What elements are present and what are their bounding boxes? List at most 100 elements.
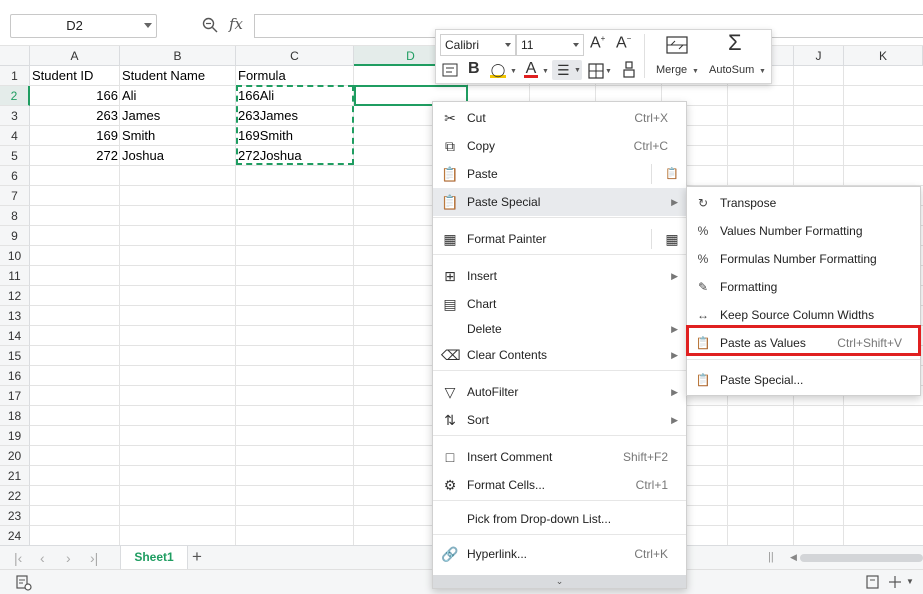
chevron-down-icon[interactable]: ▼ [759,68,766,75]
increase-font-icon[interactable]: A+ [590,34,605,52]
chevron-down-icon[interactable]: ▼ [510,68,517,75]
name-box[interactable]: D2 [10,14,157,38]
chevron-down-icon[interactable] [144,23,152,28]
row-header[interactable]: 7 [0,186,30,206]
chevron-down-icon[interactable]: ▼ [542,68,549,75]
bold-icon[interactable]: B [468,60,480,78]
row-header[interactable]: 8 [0,206,30,226]
row-header[interactable]: 9 [0,226,30,246]
menu-item-hyperlink[interactable]: 🔗 Hyperlink... Ctrl+K [433,540,686,568]
column-header-k[interactable]: K [844,46,923,66]
menu-item-autofilter[interactable]: ▽ AutoFilter ▶ [433,378,686,406]
cell-a4[interactable]: 169 [30,126,120,146]
row-header[interactable]: 20 [0,446,30,466]
autosum-label[interactable]: AutoSum [709,64,754,76]
menu-item-delete[interactable]: Delete ▶ [433,315,686,343]
submenu-item-formatting[interactable]: ✎ Formatting [687,273,920,301]
menu-scroll-down[interactable]: ⌄ [433,575,686,588]
submenu-item-transpose[interactable]: ↻ Transpose [687,189,920,217]
row-header[interactable]: 12 [0,286,30,306]
chevron-down-icon[interactable]: ▼ [605,68,612,75]
cell-a2[interactable]: 166 [30,86,120,106]
menu-item-copy[interactable]: ⧉ Copy Ctrl+C [433,132,686,160]
row-header[interactable]: 11 [0,266,30,286]
menu-item-insert[interactable]: ⊞ Insert ▶ [433,262,686,290]
row-header[interactable]: 19 [0,426,30,446]
split-handle-icon[interactable]: || [768,551,774,563]
autosum-icon[interactable]: Σ [728,30,742,56]
page-layout-icon[interactable] [866,575,880,589]
menu-item-insert-comment[interactable]: □ Insert Comment Shift+F2 [433,443,686,471]
add-sheet-icon[interactable]: + [192,547,202,567]
chevron-down-icon[interactable]: ▼ [906,577,914,586]
submenu-item-formulas-number-formatting[interactable]: % Formulas Number Formatting [687,245,920,273]
format-painter-icon[interactable]: ▦ [663,230,681,248]
cell-b3[interactable]: James [120,106,236,126]
menu-item-format-cells[interactable]: ⚙ Format Cells... Ctrl+1 [433,471,686,499]
row-header[interactable]: 3 [0,106,30,126]
borders-icon[interactable] [588,63,604,79]
menu-item-paste-special[interactable]: 📋 Paste Special ▶ [433,188,686,216]
cell-a5[interactable]: 272 [30,146,120,166]
cell-b4[interactable]: Smith [120,126,236,146]
chevron-down-icon[interactable] [573,43,579,47]
row-header[interactable]: 22 [0,486,30,506]
row-header[interactable]: 18 [0,406,30,426]
macro-record-icon[interactable] [16,575,32,591]
submenu-item-values-number-formatting[interactable]: % Values Number Formatting [687,217,920,245]
chevron-down-icon[interactable] [505,43,511,47]
cell-b2[interactable]: Ali [120,86,236,106]
font-size-dropdown[interactable]: 11 [516,34,584,56]
zoom-search-icon[interactable] [202,17,218,33]
horizontal-scrollbar[interactable]: ◀ [790,552,923,564]
align-button[interactable]: ☰ ▼ [552,60,582,80]
next-sheet-icon[interactable]: › [66,550,71,566]
wrap-text-icon[interactable] [442,63,458,77]
tab-sheet1[interactable]: Sheet1 [120,546,188,569]
column-header-a[interactable]: A [30,46,120,66]
column-header-b[interactable]: B [120,46,236,66]
paste-values-icon[interactable]: 📋 [663,165,681,183]
row-header[interactable]: 6 [0,166,30,186]
column-header-c[interactable]: C [236,46,354,66]
row-header[interactable]: 21 [0,466,30,486]
row-header[interactable]: 13 [0,306,30,326]
merge-cells-icon[interactable] [666,36,688,54]
menu-item-format-painter[interactable]: ▦ Format Painter ▦ [433,225,686,253]
menu-item-paste[interactable]: 📋 Paste 📋 [433,160,686,188]
font-color-icon[interactable]: A [524,60,538,78]
row-header[interactable]: 23 [0,506,30,526]
normal-view-icon[interactable] [888,575,902,589]
decrease-font-icon[interactable]: A− [616,34,631,52]
row-header[interactable]: 4 [0,126,30,146]
row-header[interactable]: 2 [0,86,30,106]
font-name-dropdown[interactable]: Calibri [440,34,516,56]
submenu-item-paste-special-dialog[interactable]: 📋 Paste Special... [687,366,920,394]
row-header[interactable]: 10 [0,246,30,266]
menu-item-clear-contents[interactable]: ⌫ Clear Contents ▶ [433,341,686,369]
cell-a1[interactable]: Student ID [30,66,120,86]
row-header[interactable]: 1 [0,66,30,86]
menu-item-sort[interactable]: ⇅ Sort ▶ [433,406,686,434]
cell-c1[interactable]: Formula [236,66,354,86]
fx-icon[interactable]: fx [229,15,243,33]
cell-b5[interactable]: Joshua [120,146,236,166]
merge-label[interactable]: Merge [656,64,687,76]
row-header[interactable]: 5 [0,146,30,166]
scroll-left-icon[interactable]: ◀ [790,552,797,563]
scroll-thumb[interactable] [800,554,923,562]
select-all-corner[interactable] [0,46,30,66]
column-header-j[interactable]: J [794,46,844,66]
menu-item-chart[interactable]: ▤ Chart [433,290,686,318]
prev-sheet-icon[interactable]: ‹ [40,550,45,566]
chevron-down-icon[interactable]: ▼ [692,68,699,75]
fill-color-icon[interactable]: ◯ [490,62,506,78]
menu-item-pick-from-list[interactable]: Pick from Drop-down List... [433,505,686,533]
cell-a3[interactable]: 263 [30,106,120,126]
row-header[interactable]: 15 [0,346,30,366]
row-header[interactable]: 16 [0,366,30,386]
first-sheet-icon[interactable]: |‹ [14,550,22,566]
last-sheet-icon[interactable]: ›| [90,550,98,566]
row-header[interactable]: 17 [0,386,30,406]
row-header[interactable]: 14 [0,326,30,346]
